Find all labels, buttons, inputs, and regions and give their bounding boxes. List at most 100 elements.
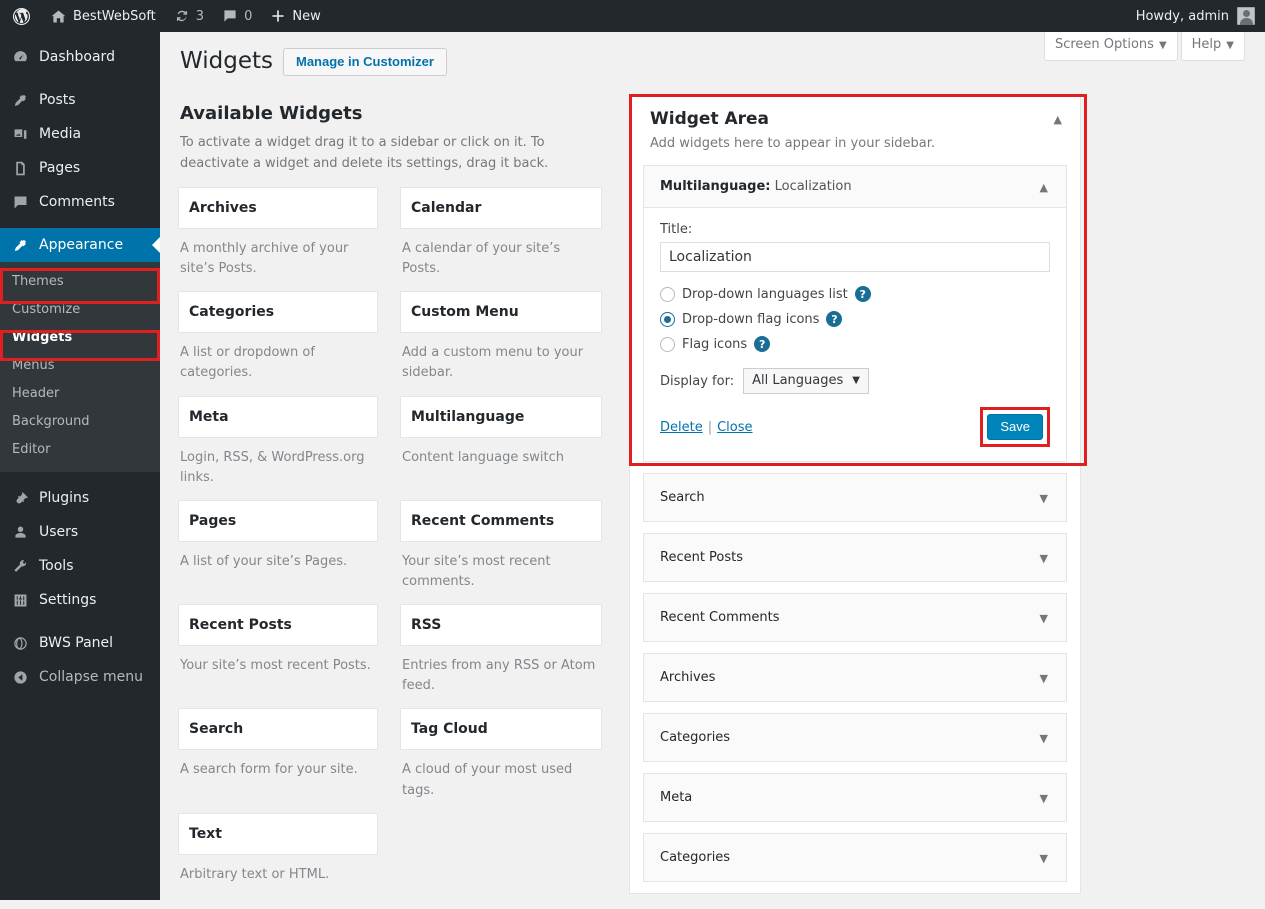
widget-name: Search bbox=[660, 490, 705, 505]
sidebar-item-background[interactable]: Background bbox=[0, 408, 160, 436]
sidebar-item-label: Users bbox=[39, 524, 78, 540]
help-tab[interactable]: Help▼ bbox=[1181, 32, 1245, 61]
appearance-submenu: Themes Customize Widgets Menus Header Ba… bbox=[0, 262, 160, 472]
radio-option-dropdown-flag-icons[interactable]: Drop-down flag icons ? bbox=[660, 311, 1050, 327]
comments-menu[interactable]: 0 bbox=[213, 0, 261, 32]
widget-card-meta[interactable]: Meta bbox=[178, 396, 378, 438]
delete-link[interactable]: Delete bbox=[660, 420, 703, 435]
widget-card-search[interactable]: Search bbox=[178, 708, 378, 750]
radio-label: Flag icons bbox=[682, 337, 747, 352]
comment-icon bbox=[222, 8, 238, 24]
sidebar-item-label: Tools bbox=[39, 558, 74, 574]
sidebar-item-media[interactable]: Media bbox=[0, 117, 160, 151]
help-icon[interactable]: ? bbox=[754, 336, 770, 352]
widget-card-tag-cloud[interactable]: Tag Cloud bbox=[400, 708, 602, 750]
widget-card-multilanguage[interactable]: Multilanguage bbox=[400, 396, 602, 438]
help-icon[interactable]: ? bbox=[826, 311, 842, 327]
widget-cell: Categories A list or dropdown of categor… bbox=[178, 291, 390, 395]
sidebar-item-users[interactable]: Users bbox=[0, 515, 160, 549]
widget-search[interactable]: Search ▼ bbox=[643, 473, 1067, 522]
sidebar-item-bws-panel[interactable]: BWS Panel bbox=[0, 626, 160, 660]
sidebar-item-pages[interactable]: Pages bbox=[0, 151, 160, 185]
sidebar-item-label: Appearance bbox=[39, 237, 123, 253]
sidebar-widget-areas: Widget Area Add widgets here to appear i… bbox=[629, 94, 1081, 894]
widget-header[interactable]: Multilanguage: Localization ▲ bbox=[644, 166, 1066, 208]
sidebar-item-settings[interactable]: Settings bbox=[0, 583, 160, 617]
chevron-down-icon[interactable]: ▼ bbox=[1040, 732, 1048, 745]
widget-card-calendar[interactable]: Calendar bbox=[400, 187, 602, 229]
site-name-menu[interactable]: BestWebSoft bbox=[41, 0, 165, 32]
radio-label: Drop-down languages list bbox=[682, 287, 848, 302]
widget-card-pages[interactable]: Pages bbox=[178, 500, 378, 542]
widget-card-categories[interactable]: Categories bbox=[178, 291, 378, 333]
help-icon[interactable]: ? bbox=[855, 286, 871, 302]
sidebar-item-themes[interactable]: Themes bbox=[0, 268, 160, 296]
widget-card-text[interactable]: Text bbox=[178, 813, 378, 855]
comments-count: 0 bbox=[244, 9, 252, 24]
radio-option-dropdown-languages-list[interactable]: Drop-down languages list ? bbox=[660, 286, 1050, 302]
sidebar-item-dashboard[interactable]: Dashboard bbox=[0, 40, 160, 74]
radio-button[interactable] bbox=[660, 337, 675, 352]
updates-count: 3 bbox=[196, 9, 204, 24]
sidebar-item-plugins[interactable]: Plugins bbox=[0, 481, 160, 515]
close-link[interactable]: Close bbox=[717, 420, 752, 435]
widget-card-description: Add a custom menu to your sidebar. bbox=[400, 333, 602, 395]
radio-button[interactable] bbox=[660, 312, 675, 327]
updates-menu[interactable]: 3 bbox=[165, 0, 213, 32]
chevron-up-icon[interactable]: ▲ bbox=[1054, 113, 1062, 126]
wordpress-logo-menu[interactable] bbox=[0, 0, 41, 32]
screen-meta-links: Screen Options▼ Help▼ bbox=[1041, 32, 1245, 61]
sidebar-item-posts[interactable]: Posts bbox=[0, 83, 160, 117]
sidebar-item-appearance[interactable]: Appearance bbox=[0, 228, 160, 262]
sidebar-item-tools[interactable]: Tools bbox=[0, 549, 160, 583]
title-input[interactable] bbox=[660, 242, 1050, 272]
widget-archives[interactable]: Archives ▼ bbox=[643, 653, 1067, 702]
chevron-down-icon[interactable]: ▼ bbox=[1040, 792, 1048, 805]
sidebar-item-menus[interactable]: Menus bbox=[0, 352, 160, 380]
page-header: Widgets Manage in Customizer bbox=[180, 47, 447, 76]
widget-area-highlight-wrapper: Widget Area Add widgets here to appear i… bbox=[629, 94, 1081, 894]
chevron-down-icon[interactable]: ▼ bbox=[1040, 612, 1048, 625]
widget-card-rss[interactable]: RSS bbox=[400, 604, 602, 646]
widget-card-recent-comments[interactable]: Recent Comments bbox=[400, 500, 602, 542]
sidebar-item-widgets[interactable]: Widgets bbox=[0, 324, 160, 352]
widget-card-archives[interactable]: Archives bbox=[178, 187, 378, 229]
widget-recent-posts[interactable]: Recent Posts ▼ bbox=[643, 533, 1067, 582]
chevron-down-icon: ▼ bbox=[1226, 38, 1234, 54]
available-widgets-title: Available Widgets bbox=[180, 103, 363, 124]
widget-card-recent-posts[interactable]: Recent Posts bbox=[178, 604, 378, 646]
sidebar-item-collapse-menu[interactable]: Collapse menu bbox=[0, 660, 160, 694]
chevron-down-icon[interactable]: ▼ bbox=[1040, 492, 1048, 505]
widget-meta[interactable]: Meta ▼ bbox=[643, 773, 1067, 822]
widget-card-description: Your site’s most recent Posts. bbox=[178, 646, 378, 700]
account-menu[interactable]: Howdy, admin bbox=[1136, 7, 1265, 25]
chevron-down-icon[interactable]: ▼ bbox=[1040, 552, 1048, 565]
radio-button[interactable] bbox=[660, 287, 675, 302]
widget-cell: RSS Entries from any RSS or Atom feed. bbox=[390, 604, 602, 708]
sidebar-item-editor[interactable]: Editor bbox=[0, 436, 160, 464]
manage-in-customizer-button[interactable]: Manage in Customizer bbox=[283, 48, 447, 76]
sidebar-item-header[interactable]: Header bbox=[0, 380, 160, 408]
chevron-down-icon[interactable]: ▼ bbox=[1040, 852, 1048, 865]
widget-card-custom-menu[interactable]: Custom Menu bbox=[400, 291, 602, 333]
new-content-menu[interactable]: New bbox=[261, 0, 329, 32]
widget-card-title: Recent Comments bbox=[411, 513, 554, 529]
widget-categories-1[interactable]: Categories ▼ bbox=[643, 713, 1067, 762]
home-icon bbox=[50, 8, 67, 25]
sidebar-item-label: Plugins bbox=[39, 490, 89, 506]
widget-area-title: Widget Area bbox=[650, 109, 1060, 129]
save-button[interactable]: Save bbox=[987, 414, 1043, 440]
chevron-up-icon[interactable]: ▲ bbox=[1040, 181, 1048, 194]
widget-cell: Meta Login, RSS, & WordPress.org links. bbox=[178, 396, 390, 500]
widget-card-title: Custom Menu bbox=[411, 304, 519, 320]
sidebar-item-customize[interactable]: Customize bbox=[0, 296, 160, 324]
screen-options-tab[interactable]: Screen Options▼ bbox=[1044, 32, 1178, 61]
chevron-down-icon[interactable]: ▼ bbox=[1040, 672, 1048, 685]
radio-option-flag-icons[interactable]: Flag icons ? bbox=[660, 336, 1050, 352]
widget-card-description: Entries from any RSS or Atom feed. bbox=[400, 646, 602, 708]
widget-categories-2[interactable]: Categories ▼ bbox=[643, 833, 1067, 882]
sidebar-item-comments[interactable]: Comments bbox=[0, 185, 160, 219]
widget-cell: Multilanguage Content language switch bbox=[390, 396, 602, 500]
widget-recent-comments[interactable]: Recent Comments ▼ bbox=[643, 593, 1067, 642]
display-for-select[interactable]: All Languages ▼ bbox=[743, 368, 869, 394]
